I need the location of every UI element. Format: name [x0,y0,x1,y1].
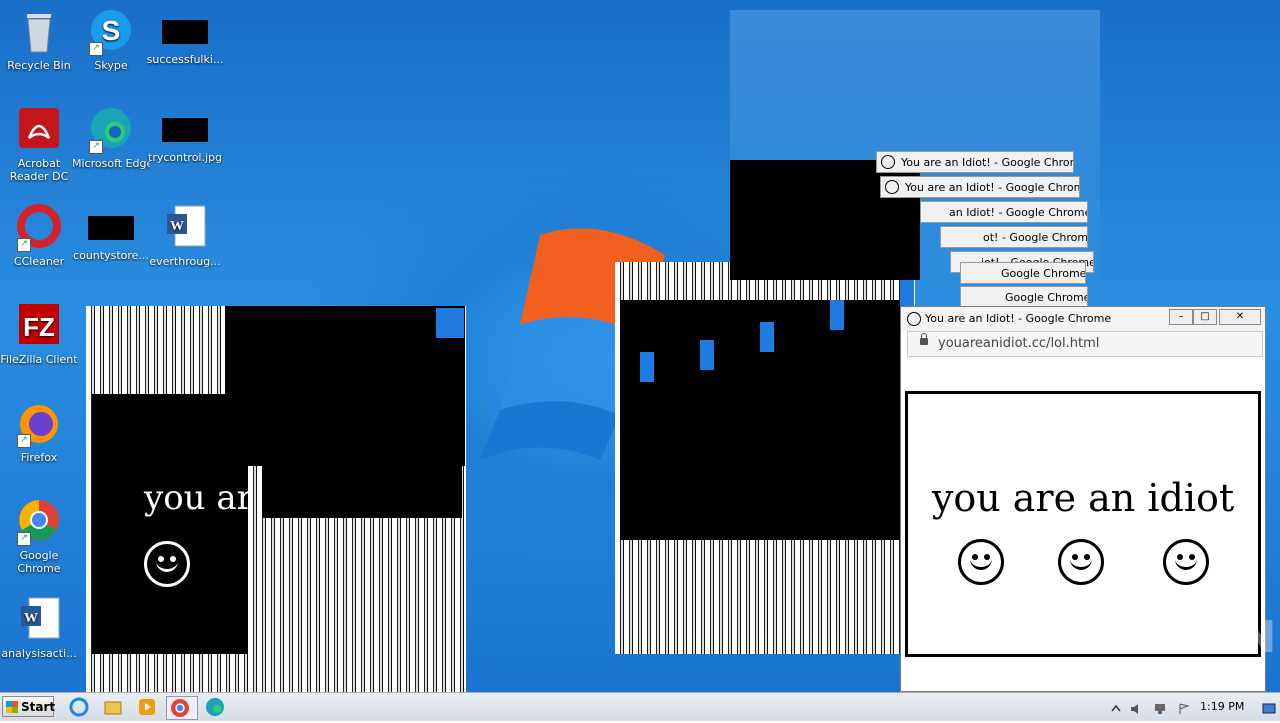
taskbar-chrome-button[interactable] [166,696,198,720]
window-title: You are an Idiot! - Google Chrome [925,312,1112,325]
icon-label: Firefox [20,451,58,464]
anyrun-watermark: ANY RUN [1040,612,1279,663]
taskbar-clock[interactable]: 1:19 PM [1200,693,1244,721]
svg-text:FZ: FZ [23,312,55,342]
lock-icon [920,333,928,345]
icon-label: everthroug... [149,255,221,268]
smiley-favicon-icon [885,180,899,194]
desktop-icon-firefox[interactable]: ↗ Firefox [0,400,78,464]
glitch-window-black [262,398,462,518]
ccleaner-icon: ↗ [15,204,63,252]
smiley-face-icon [144,541,190,587]
icon-label: analysisacti... [1,647,77,660]
shortcut-arrow-icon: ↗ [17,532,31,546]
word-document-icon: W [15,596,63,644]
skype-icon: S ↗ [87,8,135,56]
url-text: youareanidiot.cc/lol.html [938,336,1100,351]
taskbar-media-player-icon[interactable] [136,696,158,718]
volume-icon[interactable] [1130,700,1142,714]
filezilla-icon: FZ [15,302,63,350]
desktop-icon-filezilla[interactable]: FZ FileZilla Client [0,302,78,366]
desktop-icon-successfulki[interactable]: successfulki... [146,8,224,66]
recycle-bin-icon [15,8,63,56]
file-thumbnail-icon [88,216,134,240]
desktop-icon-edge[interactable]: ↗ Microsoft Edge [72,106,150,170]
glitch-blue-fragment [760,322,774,352]
close-button[interactable]: ✕ [1219,309,1261,325]
edge-icon: ↗ [87,106,135,154]
smiley-face-icon [1163,539,1209,585]
acrobat-icon [15,106,63,154]
image-thumbnail-icon [162,118,208,142]
desktop-icon-trycontrol[interactable]: trycontrol.jpg [146,106,224,164]
icon-label: countystore... [73,249,149,262]
desktop-icon-recycle-bin[interactable]: Recycle Bin [0,8,78,72]
desktop-icon-chrome[interactable]: ↗ Google Chrome [0,498,78,575]
shortcut-arrow-icon: ↗ [17,434,31,448]
icon-label: Microsoft Edge [72,157,150,170]
tray-expand-icon[interactable] [1110,700,1122,712]
idiot-headline: you ar [144,478,253,518]
minimize-button[interactable]: – [1169,309,1193,325]
chrome-window-title-stacked[interactable]: ot! - Google Chrome [940,226,1088,248]
idiot-headline: you are an idiot [931,476,1235,520]
chrome-window-title-stacked[interactable]: Google Chrome [960,286,1088,308]
desktop-icon-skype[interactable]: S ↗ Skype [72,8,150,72]
smiley-favicon-icon [907,312,921,326]
shortcut-arrow-icon: ↗ [89,42,103,56]
action-center-flag-icon[interactable] [1178,700,1190,714]
shortcut-arrow-icon: ↗ [17,238,31,252]
chrome-window-title-stacked[interactable]: Google Chrome [960,262,1086,284]
word-document-icon: W [161,204,209,252]
desktop: Recycle Bin S ↗ Skype successfulki... Ac… [0,0,1280,692]
start-button[interactable]: Start [2,696,55,717]
icon-label: CCleaner [13,255,65,268]
icon-label: trycontrol.jpg [148,151,222,164]
svg-text:S: S [102,15,121,46]
taskbar-edge-icon[interactable] [204,696,226,718]
taskbar: Start 1:19 PM [0,692,1280,721]
firefox-icon: ↗ [15,400,63,448]
show-desktop-icon[interactable] [1262,700,1276,714]
icon-label: Recycle Bin [7,59,71,72]
smiley-favicon-icon [881,155,895,169]
network-icon[interactable] [1154,700,1166,714]
glitch-blue-fragment [436,308,450,338]
file-thumbnail-icon [162,20,208,44]
svg-text:W: W [24,611,38,626]
chrome-window-title-stacked[interactable]: You are an Idiot! - Google Chrome [880,176,1080,198]
taskbar-explorer-icon[interactable] [102,696,124,718]
icon-label: FileZilla Client [0,353,78,366]
smiley-face-icon [1058,539,1104,585]
desktop-icon-everthroug[interactable]: W everthroug... [146,204,224,268]
windows-flag-icon [6,701,18,713]
shortcut-arrow-icon: ↗ [89,140,103,154]
idiot-window-left[interactable]: you ar [92,394,253,654]
svg-text:W: W [170,219,184,234]
icon-label: Skype [94,59,128,72]
desktop-icon-ccleaner[interactable]: ↗ CCleaner [0,204,78,268]
icon-label: Google Chrome [17,549,61,575]
window-titlebar[interactable]: You are an Idiot! - Google Chrome – □ ✕ [901,307,1265,331]
desktop-icon-analysisacti[interactable]: W analysisacti... [0,596,78,660]
maximize-button[interactable]: □ [1193,309,1217,325]
address-bar[interactable]: youareanidiot.cc/lol.html [907,331,1263,357]
glitch-blue-fragment [450,308,464,338]
glitch-blue-fragment [830,300,844,330]
taskbar-ie-icon[interactable] [68,696,90,718]
smiley-face-icon [958,539,1004,585]
chrome-window-title-stacked[interactable]: an Idiot! - Google Chrome [920,201,1088,223]
glitch-blue-fragment [640,352,654,382]
icon-label: Acrobat Reader DC [9,157,69,183]
desktop-icon-countystore[interactable]: countystore... [72,204,150,262]
chrome-window-title-stacked[interactable]: You are an Idiot! - Google Chrome [876,151,1074,173]
glitch-blue-fragment [700,340,714,370]
icon-label: successfulki... [146,53,224,66]
chrome-icon: ↗ [15,498,63,546]
desktop-icon-acrobat[interactable]: Acrobat Reader DC [0,106,78,183]
